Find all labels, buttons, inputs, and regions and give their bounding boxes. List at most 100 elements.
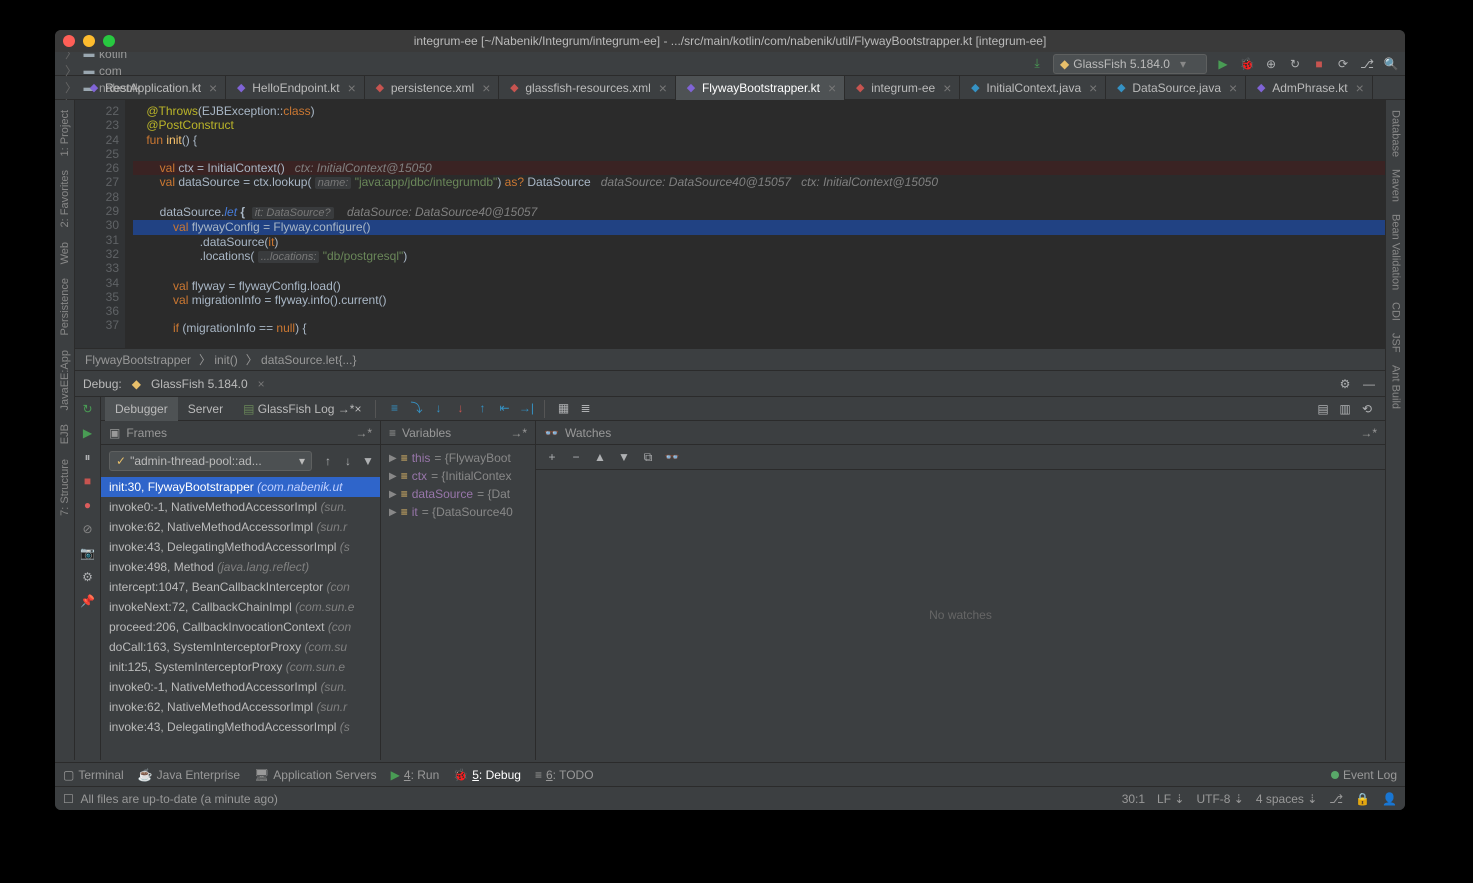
editor-tab[interactable]: ◆glassfish-resources.xml× [499, 76, 676, 100]
vcs-icon[interactable]: ⎇ [1359, 56, 1375, 72]
debugger-tab[interactable]: Debugger [105, 397, 178, 421]
editor-tab[interactable]: ◆RestApplication.kt× [79, 76, 226, 100]
resume-icon[interactable]: ▶ [80, 425, 96, 441]
variable-row[interactable]: ▶ ≡ this = {FlywayBoot [385, 449, 531, 467]
editor-tab[interactable]: ◆AdmPhrase.kt× [1246, 76, 1373, 100]
stack-frame[interactable]: invoke:43, DelegatingMethodAccessorImpl … [101, 537, 380, 557]
next-frame-icon[interactable]: ↓ [340, 453, 356, 469]
breakpoints-icon[interactable]: ● [80, 497, 96, 513]
stack-frame[interactable]: invoke:43, DelegatingMethodAccessorImpl … [101, 717, 380, 737]
todo-tab[interactable]: ≡6: TODO [535, 768, 594, 782]
editor-tab[interactable]: ◆DataSource.java× [1106, 76, 1246, 100]
step-out-icon[interactable]: ↑ [474, 400, 490, 416]
editor-tab[interactable]: ◆FlywayBootstrapper.kt× [676, 76, 845, 100]
stack-frame[interactable]: invoke0:-1, NativeMethodAccessorImpl (su… [101, 497, 380, 517]
variable-row[interactable]: ▶ ≡ it = {DataSource40 [385, 503, 531, 521]
search-icon[interactable]: 🔍 [1383, 56, 1399, 72]
event-log-tab[interactable]: Event Log [1331, 768, 1397, 782]
up-watch-icon[interactable]: ▲ [592, 449, 608, 465]
editor-tab[interactable]: ◆InitialContext.java× [960, 76, 1106, 100]
stack-frame[interactable]: intercept:1047, BeanCallbackInterceptor … [101, 577, 380, 597]
trace-icon[interactable]: ≣ [577, 400, 593, 416]
glassfish-log-tab[interactable]: ▤ GlassFish Log →*× [233, 397, 371, 421]
build-icon[interactable]: ⤓ [1029, 56, 1045, 72]
tool-window-tab[interactable]: JSF [1390, 327, 1402, 359]
tool-window-tab[interactable]: 1: Project [59, 104, 71, 162]
stop-icon[interactable]: ■ [80, 473, 96, 489]
update-button[interactable]: ⟳ [1335, 56, 1351, 72]
appservers-tab[interactable]: 🖥Application Servers [254, 768, 377, 782]
tool-window-tab[interactable]: Web [59, 236, 71, 270]
stack-frame[interactable]: invoke:62, NativeMethodAccessorImpl (sun… [101, 517, 380, 537]
code-breadcrumb[interactable]: FlywayBootstrapper 〉 init() 〉 dataSource… [75, 348, 1385, 370]
stack-frame[interactable]: init:125, SystemInterceptorProxy (com.su… [101, 657, 380, 677]
step-into-icon[interactable]: ↓ [430, 400, 446, 416]
close-icon[interactable]: × [258, 377, 265, 391]
stop-button[interactable]: ■ [1311, 56, 1327, 72]
mute-bp-icon[interactable]: ⊘ [80, 521, 96, 537]
stack-frame[interactable]: proceed:206, CallbackInvocationContext (… [101, 617, 380, 637]
tool-window-tab[interactable]: Persistence [59, 272, 71, 341]
stack-frame[interactable]: invoke:62, NativeMethodAccessorImpl (sun… [101, 697, 380, 717]
force-step-into-icon[interactable]: ↓ [452, 400, 468, 416]
evaluate-icon[interactable]: ▦ [555, 400, 571, 416]
drop-frame-icon[interactable]: ⇤ [496, 400, 512, 416]
pause-icon[interactable]: ⏸ [80, 449, 96, 465]
profile-button[interactable]: ↻ [1287, 56, 1303, 72]
inspector-icon[interactable]: 👤 [1382, 792, 1397, 806]
server-tab[interactable]: Server [178, 397, 233, 421]
stack-frame[interactable]: invoke:498, Method (java.lang.reflect) [101, 557, 380, 577]
copy-watch-icon[interactable]: ⧉ [640, 449, 656, 465]
editor-tab[interactable]: ◆integrum-ee× [845, 76, 960, 100]
prev-frame-icon[interactable]: ↑ [320, 453, 336, 469]
show-exec-icon[interactable]: ≡ [386, 400, 402, 416]
left-tool-rail: 1: Project 2: Favorites Web Persistence Java… [55, 100, 75, 760]
stack-frame[interactable]: invokeNext:72, CallbackChainImpl (com.su… [101, 597, 380, 617]
tool-window-tab[interactable]: Ant Build [1390, 359, 1402, 415]
coverage-button[interactable]: ⊕ [1263, 56, 1279, 72]
debug-button[interactable]: 🐞 [1239, 56, 1255, 72]
editor-tab[interactable]: ◆persistence.xml× [365, 76, 500, 100]
layout-icon[interactable]: ▤ [1315, 401, 1331, 417]
tool-window-tab[interactable]: Maven [1390, 163, 1402, 208]
code-editor[interactable]: 22232425262728293031323334353637 @Throws… [75, 100, 1385, 348]
run-to-cursor-icon[interactable]: →| [518, 400, 534, 416]
remove-watch-icon[interactable]: − [568, 449, 584, 465]
tool-window-tab[interactable]: Database [1390, 104, 1402, 163]
filter-icon[interactable]: ▼ [360, 453, 376, 469]
camera-icon[interactable]: 📷 [80, 545, 96, 561]
cursor-position[interactable]: 30:1 [1122, 792, 1145, 806]
stack-frame[interactable]: init:30, FlywayBootstrapper (com.nabenik… [101, 477, 380, 497]
layout2-icon[interactable]: ▥ [1337, 401, 1353, 417]
down-watch-icon[interactable]: ▼ [616, 449, 632, 465]
glasses-icon[interactable]: 👓 [664, 449, 680, 465]
settings-icon[interactable]: ⚙ [1337, 376, 1353, 392]
tool-window-tab[interactable]: JavaEE:App [59, 344, 71, 417]
rerun-icon[interactable]: ↻ [80, 401, 96, 417]
step-over-icon[interactable]: ⤵ [408, 400, 424, 416]
variable-row[interactable]: ▶ ≡ ctx = {InitialContex [385, 467, 531, 485]
tool-window-tab[interactable]: 7: Structure [59, 453, 71, 522]
run-button[interactable]: ▶ [1215, 56, 1231, 72]
restore-icon[interactable]: ⟲ [1359, 401, 1375, 417]
thread-selector[interactable]: ✓"admin-thread-pool::ad...▾ [109, 451, 312, 471]
settings2-icon[interactable]: ⚙ [80, 569, 96, 585]
run-config-dropdown[interactable]: ◆GlassFish 5.184.0▾ [1053, 54, 1207, 74]
tool-window-tab[interactable]: 2: Favorites [59, 164, 71, 233]
terminal-tab[interactable]: ▢Terminal [63, 768, 124, 782]
run-tab[interactable]: ▶4: Run [391, 768, 440, 782]
pin-icon[interactable]: 📌 [80, 593, 96, 609]
debug-tab[interactable]: 🐞5: Debug [453, 768, 521, 782]
stack-frame[interactable]: doCall:163, SystemInterceptorProxy (com.… [101, 637, 380, 657]
git-icon[interactable]: ⎇ [1329, 792, 1343, 806]
variable-row[interactable]: ▶ ≡ dataSource = {Dat [385, 485, 531, 503]
add-watch-icon[interactable]: + [544, 449, 560, 465]
editor-tab[interactable]: ◆HelloEndpoint.kt× [226, 76, 365, 100]
javaee-tab[interactable]: ☕Java Enterprise [138, 768, 240, 782]
minimize-icon[interactable]: — [1361, 376, 1377, 392]
tool-window-tab[interactable]: Bean Validation [1390, 208, 1402, 296]
tool-window-tab[interactable]: CDI [1390, 296, 1402, 327]
lock-icon[interactable]: 🔒 [1355, 792, 1370, 806]
stack-frame[interactable]: invoke0:-1, NativeMethodAccessorImpl (su… [101, 677, 380, 697]
tool-window-tab[interactable]: EJB [59, 418, 71, 450]
